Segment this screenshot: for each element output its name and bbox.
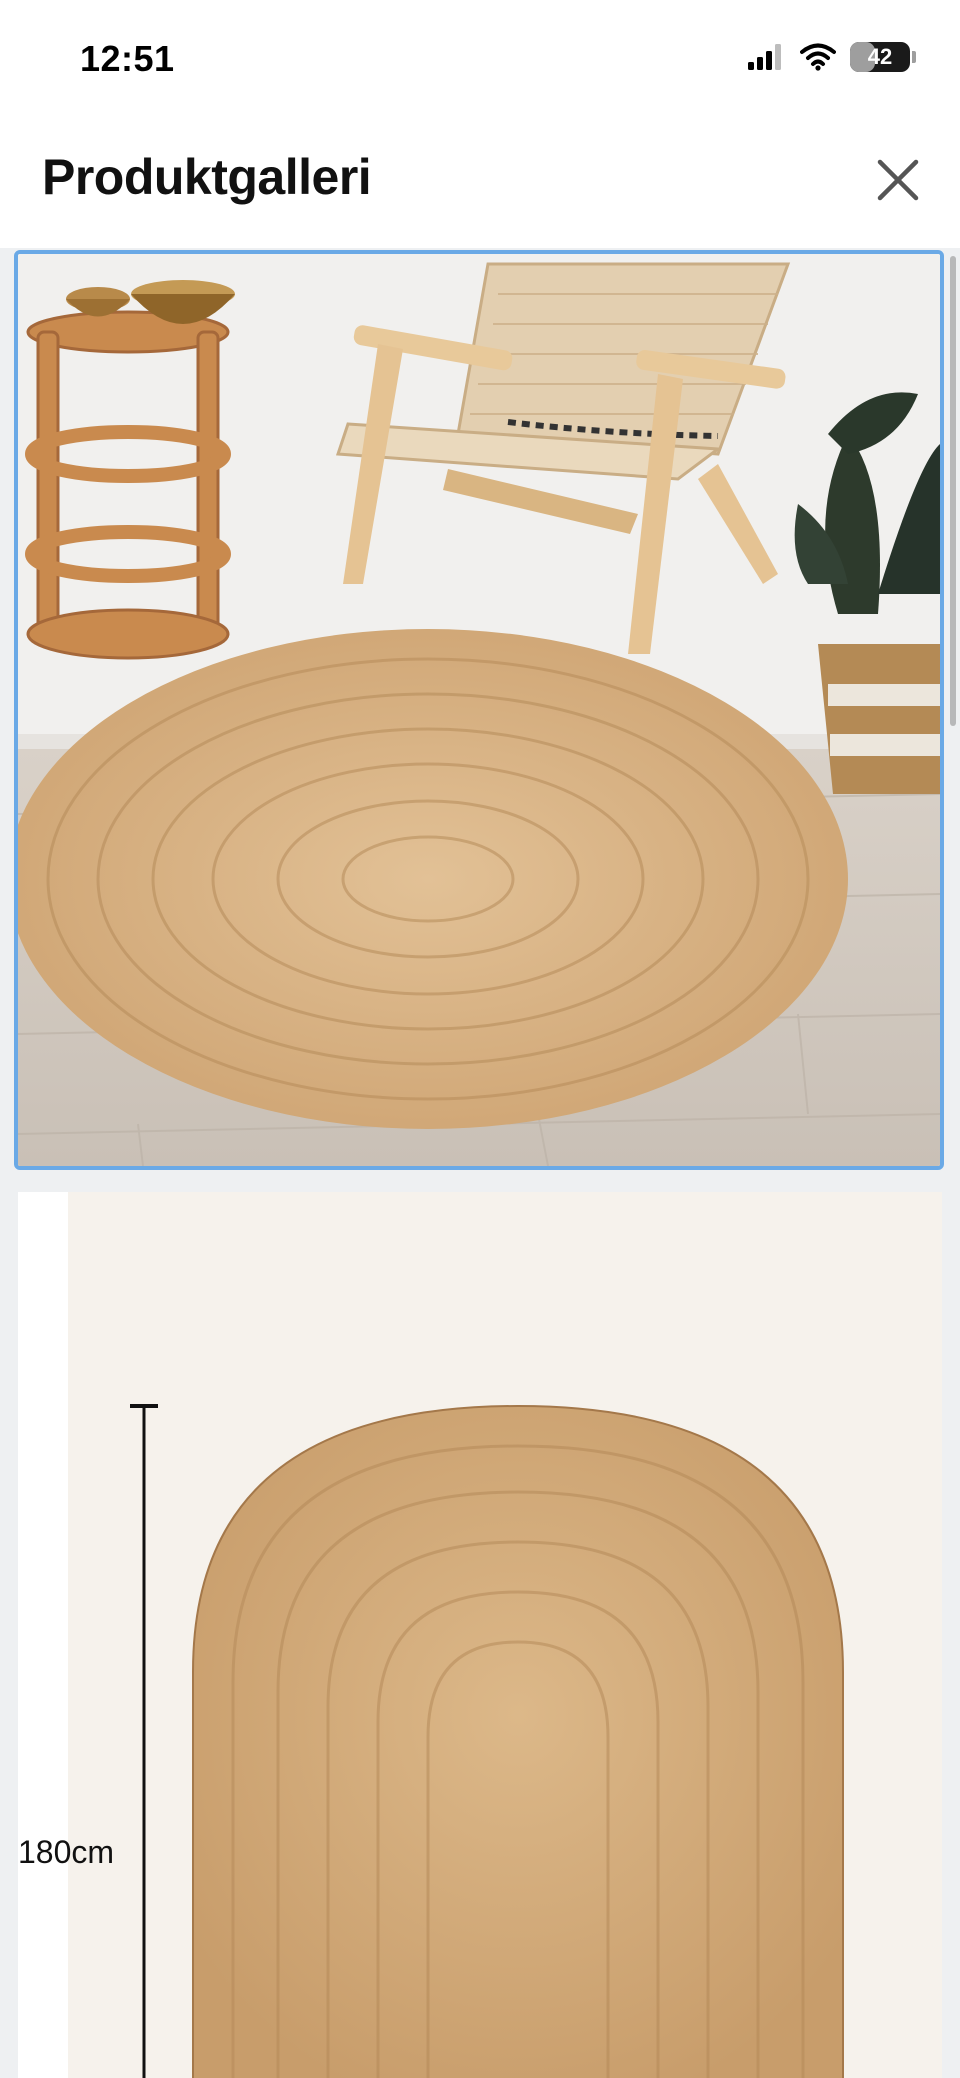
product-gallery[interactable]: 180cm bbox=[0, 248, 960, 2078]
status-bar: 12:51 42 bbox=[0, 0, 960, 120]
gallery-header: Produktgalleri bbox=[0, 120, 960, 249]
scrollbar[interactable] bbox=[950, 256, 956, 726]
close-icon bbox=[876, 158, 920, 202]
cellular-signal-icon bbox=[748, 44, 786, 70]
page-title: Produktgalleri bbox=[42, 149, 372, 205]
battery-level-text: 42 bbox=[867, 44, 893, 69]
wifi-icon bbox=[800, 43, 836, 71]
status-icons: 42 bbox=[748, 42, 916, 72]
battery-icon: 42 bbox=[850, 42, 916, 72]
close-button[interactable] bbox=[868, 150, 928, 210]
status-time: 12:51 bbox=[80, 38, 175, 79]
gallery-image-room[interactable] bbox=[14, 250, 944, 1170]
dimension-label: 180cm bbox=[18, 1834, 115, 1870]
gallery-image-dimensions[interactable]: 180cm bbox=[18, 1192, 942, 2078]
